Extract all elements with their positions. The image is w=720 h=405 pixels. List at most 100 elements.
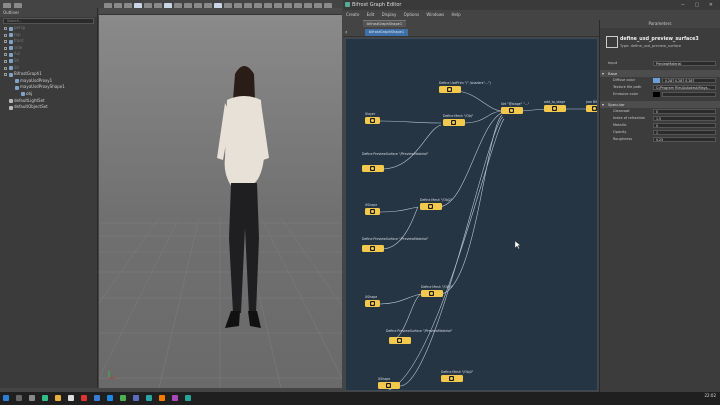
search-icon[interactable]	[16, 395, 22, 401]
outliner-item[interactable]: mayaUsdProxyShape1	[0, 84, 97, 91]
graph-wires	[377, 90, 594, 390]
node-label: Define PreviewSurface "/PreviewMaterial"	[386, 329, 453, 333]
taskbar-app-icon[interactable]	[29, 395, 35, 401]
start-icon[interactable]	[3, 395, 9, 401]
menu-windows[interactable]: Windows	[426, 12, 444, 17]
node-header: define_usd_preview_surface3 Type: define…	[600, 28, 720, 60]
graph-editor-menubar: Create Edit Display Options Windows Help	[343, 10, 720, 19]
node-name: define_usd_preview_surface3	[620, 37, 699, 42]
input-row: Input PreviewMaterial	[600, 60, 720, 67]
node-label: Define Mesh "/Obj2"	[420, 198, 453, 202]
character-model	[217, 66, 269, 328]
viewport-3d[interactable]	[99, 8, 342, 388]
graph-node[interactable]	[362, 165, 384, 172]
input-field[interactable]: PreviewMaterial	[653, 61, 716, 66]
taskbar: 22:02	[0, 392, 720, 405]
taskbar-app-icon[interactable]	[81, 395, 87, 401]
graph-node[interactable]	[501, 107, 523, 114]
maya-workspace: Outliner Search... persp top front side …	[0, 0, 720, 405]
graph-editor-titlebar: Bifrost Graph Editor − ▢ ✕	[343, 0, 720, 10]
graph-node[interactable]	[420, 203, 442, 210]
graph-node[interactable]	[421, 290, 443, 297]
texture-path-field[interactable]: C:/Program Files/Autodesk/Maya...	[653, 85, 716, 90]
graph-node[interactable]	[439, 86, 461, 93]
metallic-field[interactable]: 0	[653, 123, 716, 128]
node-label: Define Mesh "/Obj"	[443, 114, 474, 118]
graph-node[interactable]	[544, 105, 566, 112]
taskbar-app-icon[interactable]	[68, 395, 74, 401]
outliner-item[interactable]: Sh	[0, 65, 97, 72]
texture-path-row: Texture file path C:/Program Files/Autod…	[600, 84, 720, 91]
bifrost-icon	[345, 2, 350, 7]
node-label: Define UsdPrim "/" (shaders"...")	[439, 81, 491, 85]
taskbar-app-icon[interactable]	[133, 395, 139, 401]
node-label: XShape	[365, 295, 378, 299]
ior-row: Index of refraction 1.5	[600, 115, 720, 122]
outliner-item[interactable]: front	[0, 38, 97, 45]
section-specular[interactable]: Specular	[600, 101, 720, 108]
outliner-item[interactable]: side	[0, 45, 97, 52]
node-label: add_to_stage	[544, 100, 566, 104]
graph-node[interactable]	[362, 245, 384, 252]
mouse-cursor-icon	[515, 241, 521, 249]
graph-node[interactable]	[365, 208, 380, 215]
graph-node[interactable]	[586, 105, 597, 112]
graph-canvas[interactable]: Define UsdPrim "/" (shaders"...") Define…	[345, 38, 598, 391]
clock[interactable]: 22:02	[704, 393, 716, 398]
outliner-item[interactable]: Sh	[0, 58, 97, 65]
ior-field[interactable]: 1.5	[653, 116, 716, 121]
node-label: Define PreviewSurface "/PreviewMaterial"	[362, 152, 429, 156]
taskbar-app-icon[interactable]	[172, 395, 178, 401]
window-controls[interactable]: − ▢ ✕	[681, 0, 717, 10]
breadcrumb-item[interactable]: bifrostGraphShape1	[365, 29, 409, 36]
node-label: Define PreviewSurface "/PreviewMaterial"	[362, 237, 429, 241]
clearcoat-row: Clearcoat 0	[600, 108, 720, 115]
outliner-item[interactable]: top	[0, 32, 97, 39]
menu-create[interactable]: Create	[346, 12, 359, 17]
opacity-field[interactable]: 1	[653, 130, 716, 135]
roughness-field[interactable]: 0.25	[653, 137, 716, 142]
outliner-item[interactable]: obj	[0, 91, 97, 98]
graph-node[interactable]	[389, 337, 411, 344]
menu-options[interactable]: Options	[404, 12, 419, 17]
outliner-item[interactable]: BifrostGraph1	[0, 71, 97, 78]
attribute-editor: Parameters define_usd_preview_surface3 T…	[599, 20, 720, 392]
graph-node[interactable]	[365, 300, 380, 307]
node-label: XShape	[378, 377, 391, 381]
attribute-editor-title: Parameters	[600, 20, 720, 28]
graph-node[interactable]	[378, 382, 400, 389]
graph-node[interactable]	[443, 119, 465, 126]
outliner-item[interactable]: persp	[0, 25, 97, 32]
menu-display[interactable]: Display	[382, 12, 397, 17]
menu-help[interactable]: Help	[452, 12, 461, 17]
metallic-row: Metallic 0	[600, 122, 720, 129]
outliner-item[interactable]: defaultObjectSet	[0, 104, 97, 111]
node-label: Xlayer	[365, 112, 376, 116]
taskbar-app-icon[interactable]	[42, 395, 48, 401]
node-label: Set "@stage" "..."	[501, 102, 530, 106]
taskbar-app-icon[interactable]	[120, 395, 126, 401]
diffuse-color-field[interactable]: 0.287 0.287 0.287	[662, 78, 716, 83]
taskbar-app-icon[interactable]	[185, 395, 191, 401]
taskbar-app-icon[interactable]	[94, 395, 100, 401]
menu-edit[interactable]: Edit	[367, 12, 375, 17]
outliner-search-input[interactable]: Search...	[3, 18, 94, 24]
tab-bifrost-graph[interactable]: bifrostGraphShape1	[363, 20, 407, 27]
clearcoat-field[interactable]: 0	[653, 109, 716, 114]
emissive-color-field[interactable]	[662, 92, 716, 97]
taskbar-app-icon[interactable]	[146, 395, 152, 401]
taskbar-app-icon[interactable]	[55, 395, 61, 401]
section-base[interactable]: Base	[600, 70, 720, 77]
graph-node[interactable]	[441, 375, 463, 382]
node-label: Jom Bit	[586, 100, 598, 104]
outliner-item[interactable]: defaultLightSet	[0, 98, 97, 105]
node-type: Type: define_usd_preview_surface	[620, 44, 682, 48]
color-swatch[interactable]	[653, 92, 660, 97]
outliner-item[interactable]: Ani	[0, 51, 97, 58]
taskbar-app-icon[interactable]	[107, 395, 113, 401]
color-swatch[interactable]	[653, 78, 660, 83]
back-arrow-icon[interactable]: ‹	[345, 28, 347, 37]
graph-node[interactable]	[365, 117, 380, 124]
outliner-item[interactable]: mayaUsdProxy1	[0, 78, 97, 85]
taskbar-app-icon[interactable]	[159, 395, 165, 401]
